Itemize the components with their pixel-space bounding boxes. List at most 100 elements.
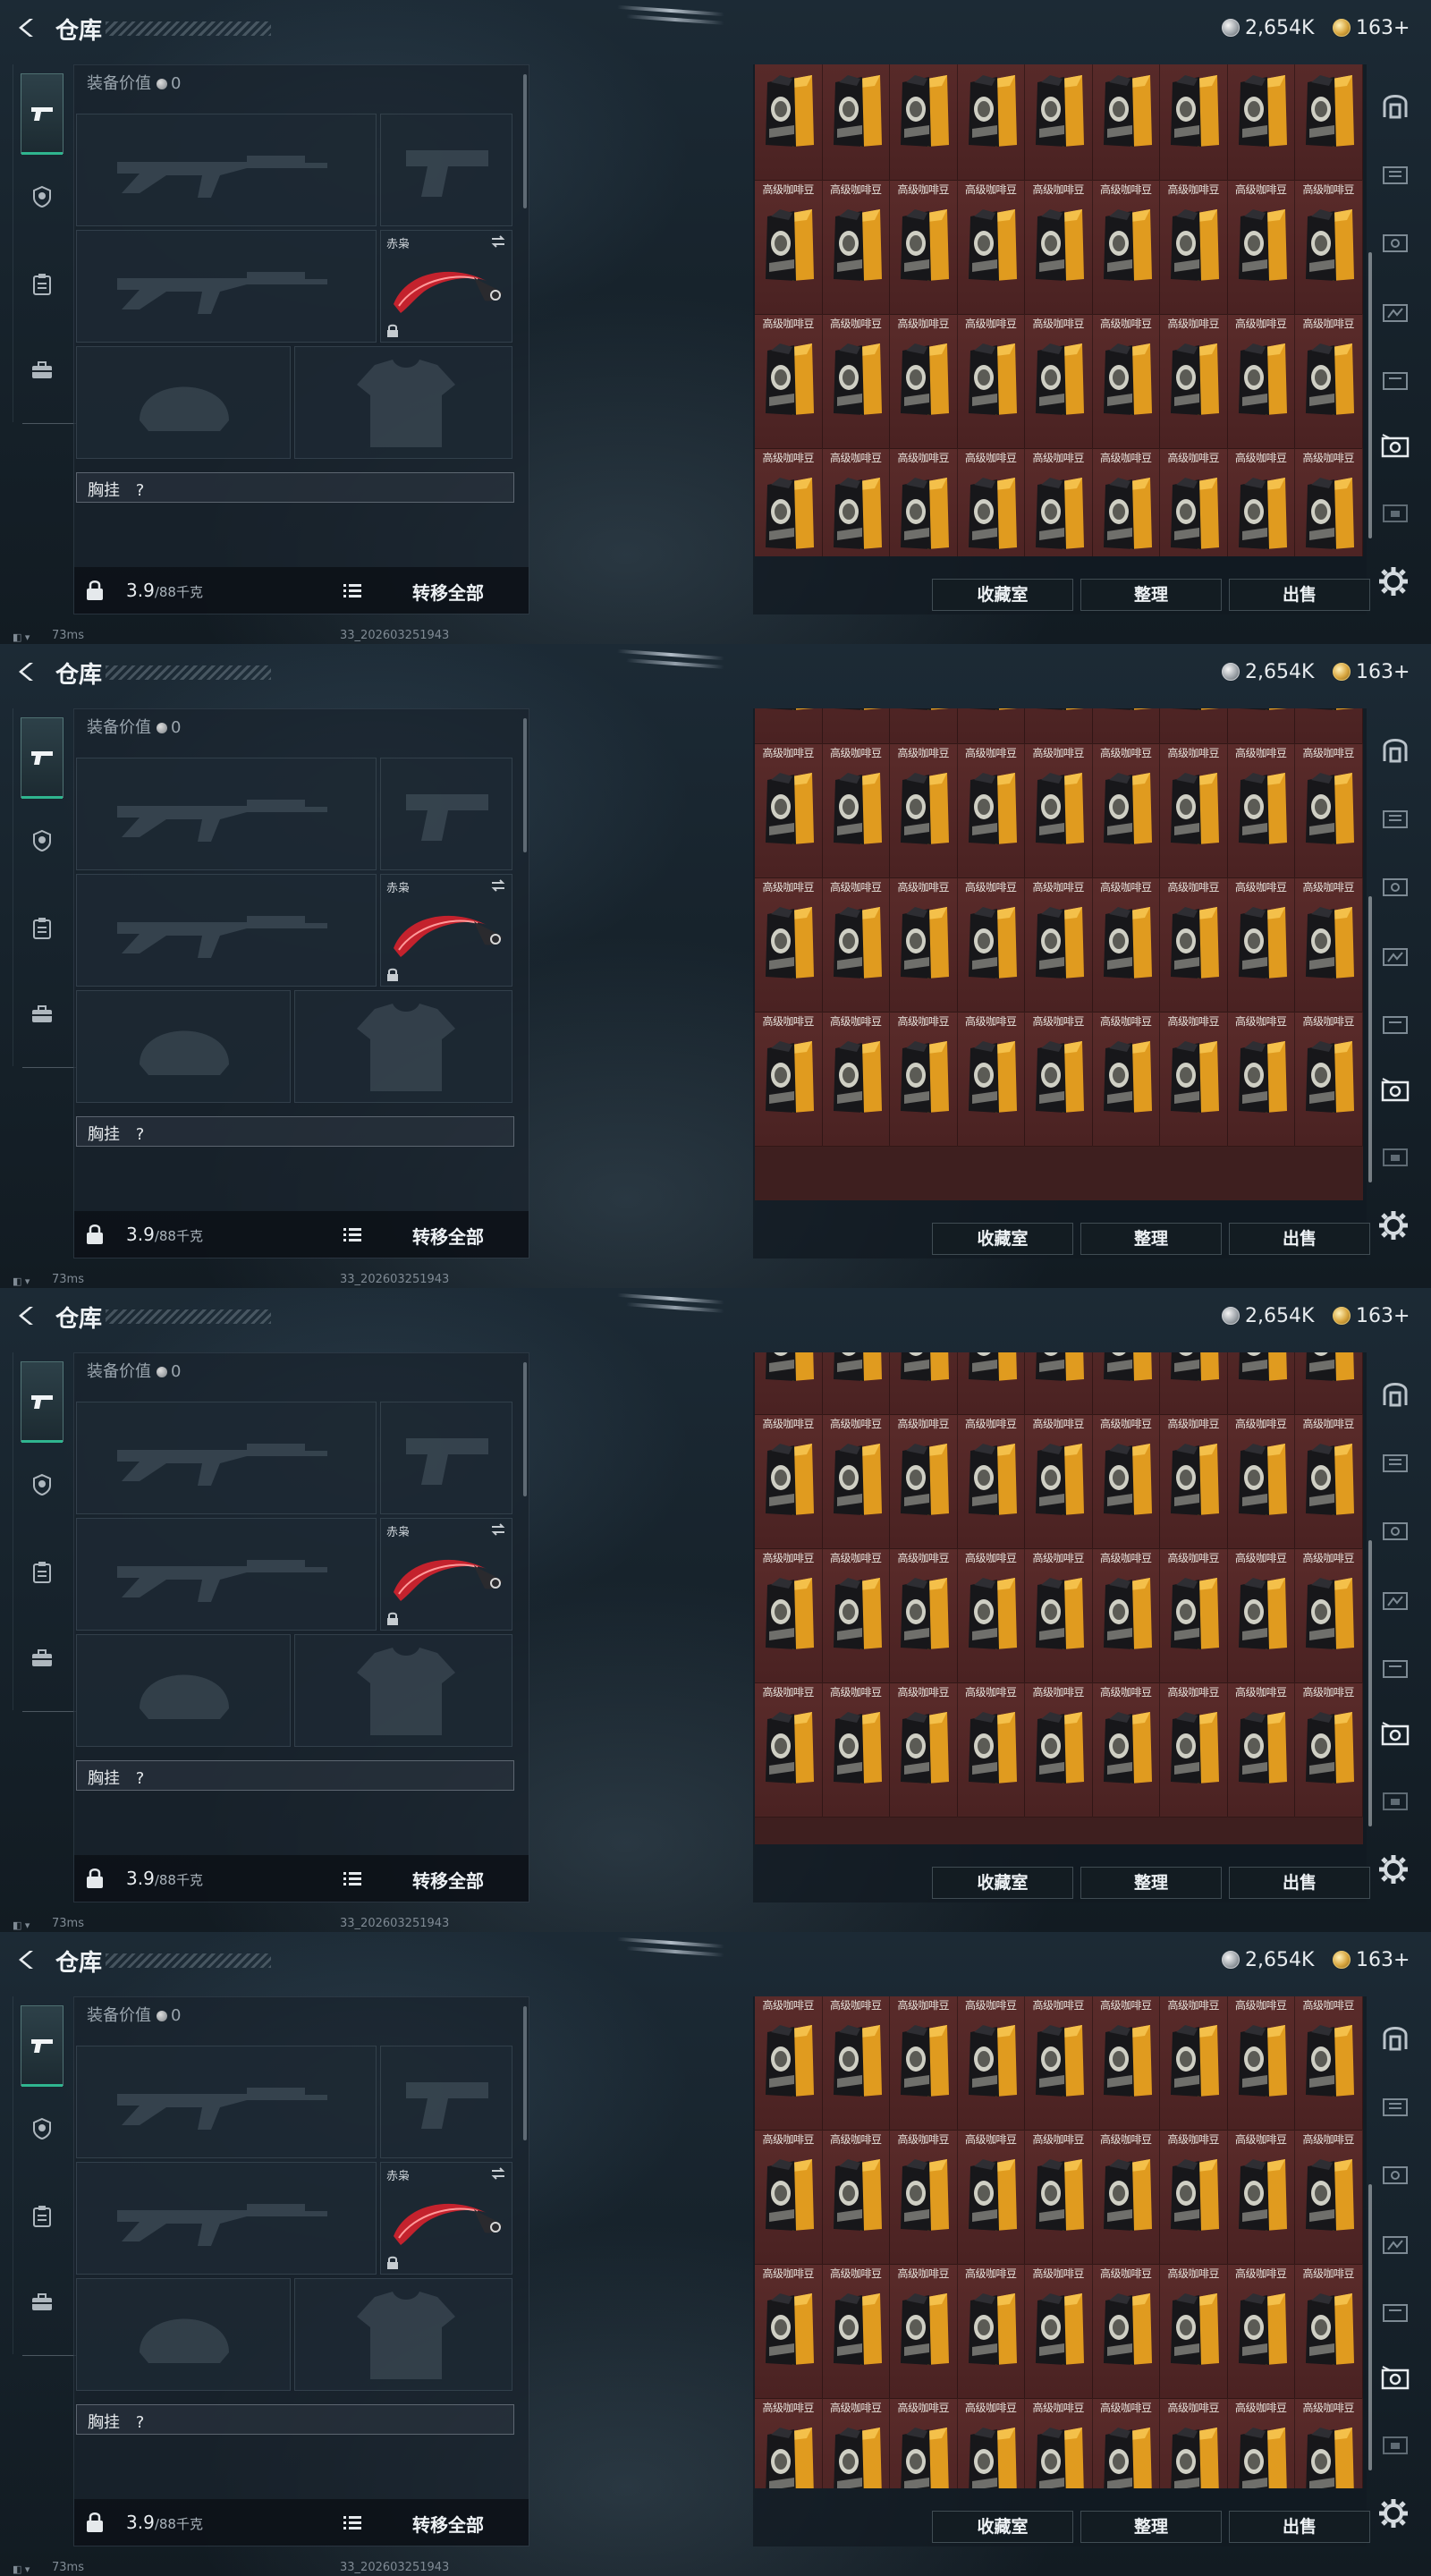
- rail-tv-4[interactable]: [1376, 2293, 1415, 2333]
- storage-item-coffee-beans[interactable]: 高级咖啡豆: [957, 64, 1025, 181]
- storage-item-coffee-beans[interactable]: 高级咖啡豆: [1227, 744, 1295, 878]
- storage-item-coffee-beans[interactable]: 高级咖啡豆: [755, 2399, 823, 2488]
- storage-item-coffee-beans[interactable]: 高级咖啡豆: [957, 744, 1025, 878]
- nav-gear[interactable]: [21, 175, 64, 218]
- storage-item-coffee-beans[interactable]: 高级咖啡豆: [1025, 2265, 1093, 2399]
- storage-item-coffee-beans[interactable]: 高级咖啡豆: [957, 181, 1025, 315]
- storage-item-coffee-beans[interactable]: 高级咖啡豆: [890, 1549, 958, 1683]
- storage-item-coffee-beans[interactable]: 高级咖啡豆: [1295, 2399, 1363, 2488]
- equipment-scrollbar[interactable]: [523, 74, 527, 208]
- list-icon[interactable]: [343, 2513, 362, 2531]
- nav-tasks[interactable]: [21, 263, 64, 306]
- storage-item-coffee-beans[interactable]: 高级咖啡豆: [1092, 315, 1160, 449]
- sort-button[interactable]: 整理: [1080, 579, 1222, 611]
- body-armor-slot[interactable]: [294, 990, 512, 1103]
- rail-tv-selected[interactable]: [1376, 2360, 1415, 2399]
- storage-item-coffee-beans[interactable]: 高级咖啡豆: [1092, 449, 1160, 556]
- storage-item-coffee-beans[interactable]: 高级咖啡豆: [822, 2131, 890, 2265]
- storage-item-coffee-beans[interactable]: 高级咖啡豆: [1160, 878, 1228, 1013]
- storage-item-coffee-beans[interactable]: 高级咖啡豆: [1025, 2131, 1093, 2265]
- helmet-slot[interactable]: [76, 990, 291, 1103]
- rail-vault[interactable]: [1376, 2018, 1415, 2057]
- storage-item-coffee-beans[interactable]: 高级咖啡豆: [1295, 449, 1363, 556]
- back-arrow-icon[interactable]: [16, 1304, 39, 1327]
- storage-item-coffee-beans[interactable]: 高级咖啡豆: [755, 1013, 823, 1147]
- rail-tv-5[interactable]: [1376, 494, 1415, 533]
- storage-item-coffee-beans[interactable]: 高级咖啡豆: [890, 744, 958, 878]
- storage-item-coffee-beans[interactable]: 高级咖啡豆: [1160, 708, 1228, 744]
- back-arrow-icon[interactable]: [16, 660, 39, 683]
- storage-item-coffee-beans[interactable]: 高级咖啡豆: [1025, 449, 1093, 556]
- storage-item-coffee-beans[interactable]: 高级咖啡豆: [822, 1013, 890, 1147]
- collection-room-button[interactable]: 收藏室: [932, 1223, 1073, 1255]
- rail-tv-2[interactable]: [1376, 868, 1415, 907]
- nav-briefcase[interactable]: [21, 993, 64, 1036]
- storage-item-coffee-beans[interactable]: 高级咖啡豆: [822, 1352, 890, 1415]
- primary-weapon-slot[interactable]: [76, 2046, 377, 2158]
- storage-item-coffee-beans[interactable]: 高级咖啡豆: [755, 2265, 823, 2399]
- help-icon[interactable]: ?: [136, 1769, 145, 1788]
- storage-item-coffee-beans[interactable]: 高级咖啡豆: [1025, 1996, 1093, 2131]
- body-armor-slot[interactable]: [294, 346, 512, 459]
- collection-room-button[interactable]: 收藏室: [932, 579, 1073, 611]
- nav-weapons[interactable]: [21, 1361, 64, 1443]
- storage-item-coffee-beans[interactable]: 高级咖啡豆: [1092, 1013, 1160, 1147]
- storage-item-coffee-beans[interactable]: 高级咖啡豆: [755, 878, 823, 1013]
- storage-item-coffee-beans[interactable]: 高级咖啡豆: [1092, 1415, 1160, 1549]
- storage-item-coffee-beans[interactable]: 高级咖啡豆: [957, 708, 1025, 744]
- storage-item-coffee-beans[interactable]: 高级咖啡豆: [957, 2399, 1025, 2488]
- storage-item-coffee-beans[interactable]: 高级咖啡豆: [822, 878, 890, 1013]
- sort-button[interactable]: 整理: [1080, 1223, 1222, 1255]
- storage-item-coffee-beans[interactable]: 高级咖啡豆: [755, 181, 823, 315]
- swap-icon[interactable]: [490, 234, 506, 249]
- sidearm-slot[interactable]: [380, 2046, 512, 2158]
- storage-item-coffee-beans[interactable]: 高级咖啡豆: [1092, 1683, 1160, 1818]
- rail-tv-5[interactable]: [1376, 2426, 1415, 2465]
- nav-briefcase[interactable]: [21, 349, 64, 392]
- storage-item-coffee-beans[interactable]: 高级咖啡豆: [1025, 1415, 1093, 1549]
- storage-item-coffee-beans[interactable]: 高级咖啡豆: [1025, 1549, 1093, 1683]
- gold-balance[interactable]: 163+: [1333, 660, 1410, 683]
- storage-item-coffee-beans[interactable]: 高级咖啡豆: [1092, 1549, 1160, 1683]
- settings-icon[interactable]: [1376, 564, 1411, 599]
- storage-item-coffee-beans[interactable]: 高级咖啡豆: [1295, 64, 1363, 181]
- storage-grid[interactable]: 高级咖啡豆 高级咖啡豆 高级咖啡豆 高级咖啡豆 高级咖啡豆 高级咖啡豆 高级咖啡豆 高级咖啡豆…: [755, 64, 1363, 556]
- storage-item-coffee-beans[interactable]: 高级咖啡豆: [1160, 1415, 1228, 1549]
- storage-item-coffee-beans[interactable]: 高级咖啡豆: [1160, 744, 1228, 878]
- storage-item-coffee-beans[interactable]: 高级咖啡豆: [1025, 744, 1093, 878]
- storage-item-coffee-beans[interactable]: 高级咖啡豆: [822, 181, 890, 315]
- rail-tv-2[interactable]: [1376, 224, 1415, 263]
- storage-item-coffee-beans[interactable]: 高级咖啡豆: [822, 1415, 890, 1549]
- storage-item-coffee-beans[interactable]: 高级咖啡豆: [755, 64, 823, 181]
- storage-item-coffee-beans[interactable]: 高级咖啡豆: [755, 315, 823, 449]
- storage-item-coffee-beans[interactable]: 高级咖啡豆: [1227, 181, 1295, 315]
- collection-room-button[interactable]: 收藏室: [932, 1867, 1073, 1899]
- secondary-weapon-slot[interactable]: [76, 2162, 377, 2275]
- storage-item-coffee-beans[interactable]: 高级咖啡豆: [1295, 1415, 1363, 1549]
- storage-item-coffee-beans[interactable]: 高级咖啡豆: [957, 449, 1025, 556]
- sort-button[interactable]: 整理: [1080, 1867, 1222, 1899]
- melee-slot[interactable]: 赤枭: [380, 2162, 512, 2275]
- storage-item-coffee-beans[interactable]: 高级咖啡豆: [1227, 1549, 1295, 1683]
- storage-item-coffee-beans[interactable]: 高级咖啡豆: [755, 1996, 823, 2131]
- rail-tv-1[interactable]: [1376, 2088, 1415, 2127]
- rail-tv-4[interactable]: [1376, 1649, 1415, 1689]
- storage-item-coffee-beans[interactable]: 高级咖啡豆: [1092, 708, 1160, 744]
- storage-item-coffee-beans[interactable]: 高级咖啡豆: [1025, 1013, 1093, 1147]
- nav-gear[interactable]: [21, 1463, 64, 1506]
- storage-item-coffee-beans[interactable]: 高级咖啡豆: [1295, 2131, 1363, 2265]
- storage-item-coffee-beans[interactable]: 高级咖啡豆: [822, 2265, 890, 2399]
- storage-item-coffee-beans[interactable]: 高级咖啡豆: [890, 2265, 958, 2399]
- swap-icon[interactable]: [490, 1522, 506, 1537]
- storage-item-coffee-beans[interactable]: 高级咖啡豆: [1227, 1415, 1295, 1549]
- storage-grid[interactable]: 高级咖啡豆 高级咖啡豆 高级咖啡豆 高级咖啡豆 高级咖啡豆 高级咖啡豆 高级咖啡豆 高级咖啡豆…: [755, 1996, 1363, 2488]
- storage-item-coffee-beans[interactable]: 高级咖啡豆: [1160, 1013, 1228, 1147]
- nav-tasks[interactable]: [21, 907, 64, 950]
- storage-item-coffee-beans[interactable]: 高级咖啡豆: [1025, 315, 1093, 449]
- storage-item-coffee-beans[interactable]: 高级咖啡豆: [822, 1996, 890, 2131]
- nav-weapons[interactable]: [21, 73, 64, 155]
- helmet-slot[interactable]: [76, 1634, 291, 1747]
- storage-grid[interactable]: 高级咖啡豆 高级咖啡豆 高级咖啡豆 高级咖啡豆 高级咖啡豆 高级咖啡豆 高级咖啡豆 高级咖啡豆…: [755, 708, 1363, 1200]
- storage-item-coffee-beans[interactable]: 高级咖啡豆: [890, 181, 958, 315]
- storage-item-coffee-beans[interactable]: 高级咖啡豆: [890, 2131, 958, 2265]
